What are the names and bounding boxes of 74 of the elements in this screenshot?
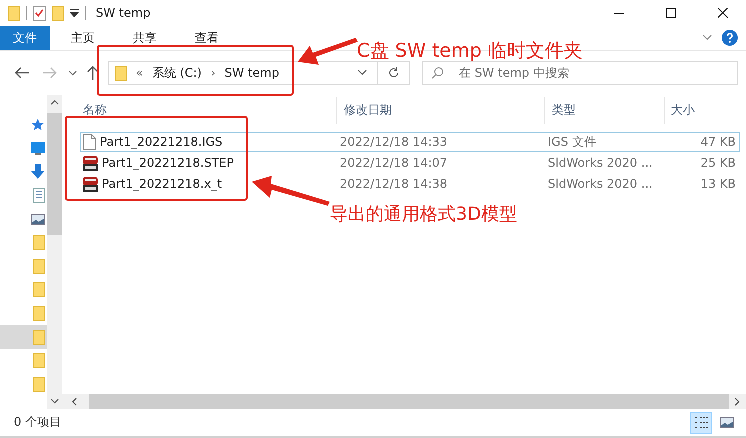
type-cell-text: SldWorks 2020 ... <box>548 156 654 170</box>
refresh-icon <box>388 67 400 79</box>
date-cell-text: 2022/12/18 14:33 <box>340 135 449 149</box>
breadcrumb[interactable]: SW temp <box>224 66 280 80</box>
properties-icon[interactable] <box>33 6 46 20</box>
folder-icon <box>33 353 45 368</box>
search-field[interactable]: 在 SW temp 中搜索 <box>422 61 738 85</box>
ribbon-tab[interactable]: 主页 <box>58 26 108 50</box>
up-arrow-icon <box>87 66 99 80</box>
caret-icon[interactable] <box>70 9 79 17</box>
scroll-up-icon[interactable] <box>50 100 58 105</box>
picture-icon <box>31 214 45 225</box>
type-cell-text: IGS 文件 <box>548 134 598 150</box>
close-icon <box>718 8 728 18</box>
window-title: SW temp <box>96 6 152 20</box>
desktop-icon <box>31 142 45 155</box>
annotation-label: 导出的通用格式3D模型 <box>330 203 518 226</box>
maximize-icon <box>666 8 676 18</box>
date-cell-text: 2022/12/18 14:07 <box>340 156 449 170</box>
star-icon <box>31 118 45 132</box>
file-row[interactable]: Part1_20221218.x_t 2022/12/18 14:38 SldWorks 2020 ... 13 KB <box>80 174 740 194</box>
annotation-label: C盘 SW temp 临时文件夹 <box>357 39 583 64</box>
list-icon <box>694 416 708 430</box>
folder-icon <box>33 235 45 250</box>
folder-icon <box>33 258 45 274</box>
file-name: Part1_20221218.STEP <box>102 156 234 170</box>
size-cell-text: 13 KB <box>700 177 736 191</box>
column-header[interactable]: 名称 <box>62 97 337 124</box>
file-icon <box>83 134 96 150</box>
chevron-down-icon <box>69 70 77 76</box>
ribbon-tab[interactable]: 共享 <box>120 26 170 50</box>
folder-icon <box>33 306 45 322</box>
folder-icon <box>8 6 20 20</box>
address-bar[interactable]: « 系统 (C:) › SW temp <box>108 61 378 85</box>
breadcrumb[interactable]: 系统 (C:) <box>152 64 202 82</box>
new-folder-icon <box>52 6 64 20</box>
folder-icon <box>33 330 45 345</box>
picture-icon <box>720 417 734 428</box>
column-header[interactable]: 大小 <box>665 97 745 124</box>
ribbon-tab[interactable]: 文件 <box>0 26 50 50</box>
date-cell-text: 2022/12/18 14:38 <box>340 177 449 191</box>
download-icon <box>31 164 45 180</box>
chevron-down-icon[interactable] <box>358 70 367 76</box>
breadcrumb-separator: › <box>210 66 217 80</box>
column-header[interactable]: 修改日期 <box>337 97 545 124</box>
back-arrow-icon <box>15 67 29 79</box>
folder-icon <box>33 282 45 298</box>
details-view-button[interactable] <box>690 412 712 434</box>
annotation-arrow <box>298 38 358 66</box>
ribbon-tab[interactable]: 查看 <box>182 26 232 50</box>
file-name: Part1_20221218.x_t <box>102 177 222 191</box>
refresh-button[interactable] <box>378 61 410 85</box>
column-header[interactable]: 类型 <box>545 97 665 124</box>
overflow-chevron[interactable]: « <box>133 66 146 80</box>
scroll-left-icon[interactable] <box>72 398 77 406</box>
horizontal-scrollbar[interactable] <box>62 394 746 409</box>
type-cell-text: SldWorks 2020 ... <box>548 177 654 191</box>
item-count: 0 个项目 <box>14 414 62 431</box>
file-row[interactable]: Part1_20221218.STEP 2022/12/18 14:07 SldWorks 2020 ... 25 KB <box>80 153 740 173</box>
size-cell-text: 47 KB <box>700 135 736 149</box>
help-icon[interactable] <box>722 30 738 46</box>
minimize-icon <box>614 12 624 14</box>
document-icon <box>33 188 45 204</box>
scroll-right-icon[interactable] <box>735 398 740 406</box>
file-name: Part1_20221218.IGS <box>100 135 223 149</box>
search-icon <box>432 67 444 79</box>
size-cell-text: 25 KB <box>700 156 736 170</box>
chevron-down-icon[interactable] <box>703 35 712 41</box>
folder-icon <box>115 66 127 80</box>
forward-arrow-icon <box>43 67 57 79</box>
vertical-scrollbar[interactable] <box>47 95 62 409</box>
file-row[interactable]: Part1_20221218.IGS 2022/12/18 14:33 IGS 文件 47 KB <box>80 132 740 152</box>
folder-icon <box>33 376 45 392</box>
scroll-down-icon[interactable] <box>50 399 58 404</box>
